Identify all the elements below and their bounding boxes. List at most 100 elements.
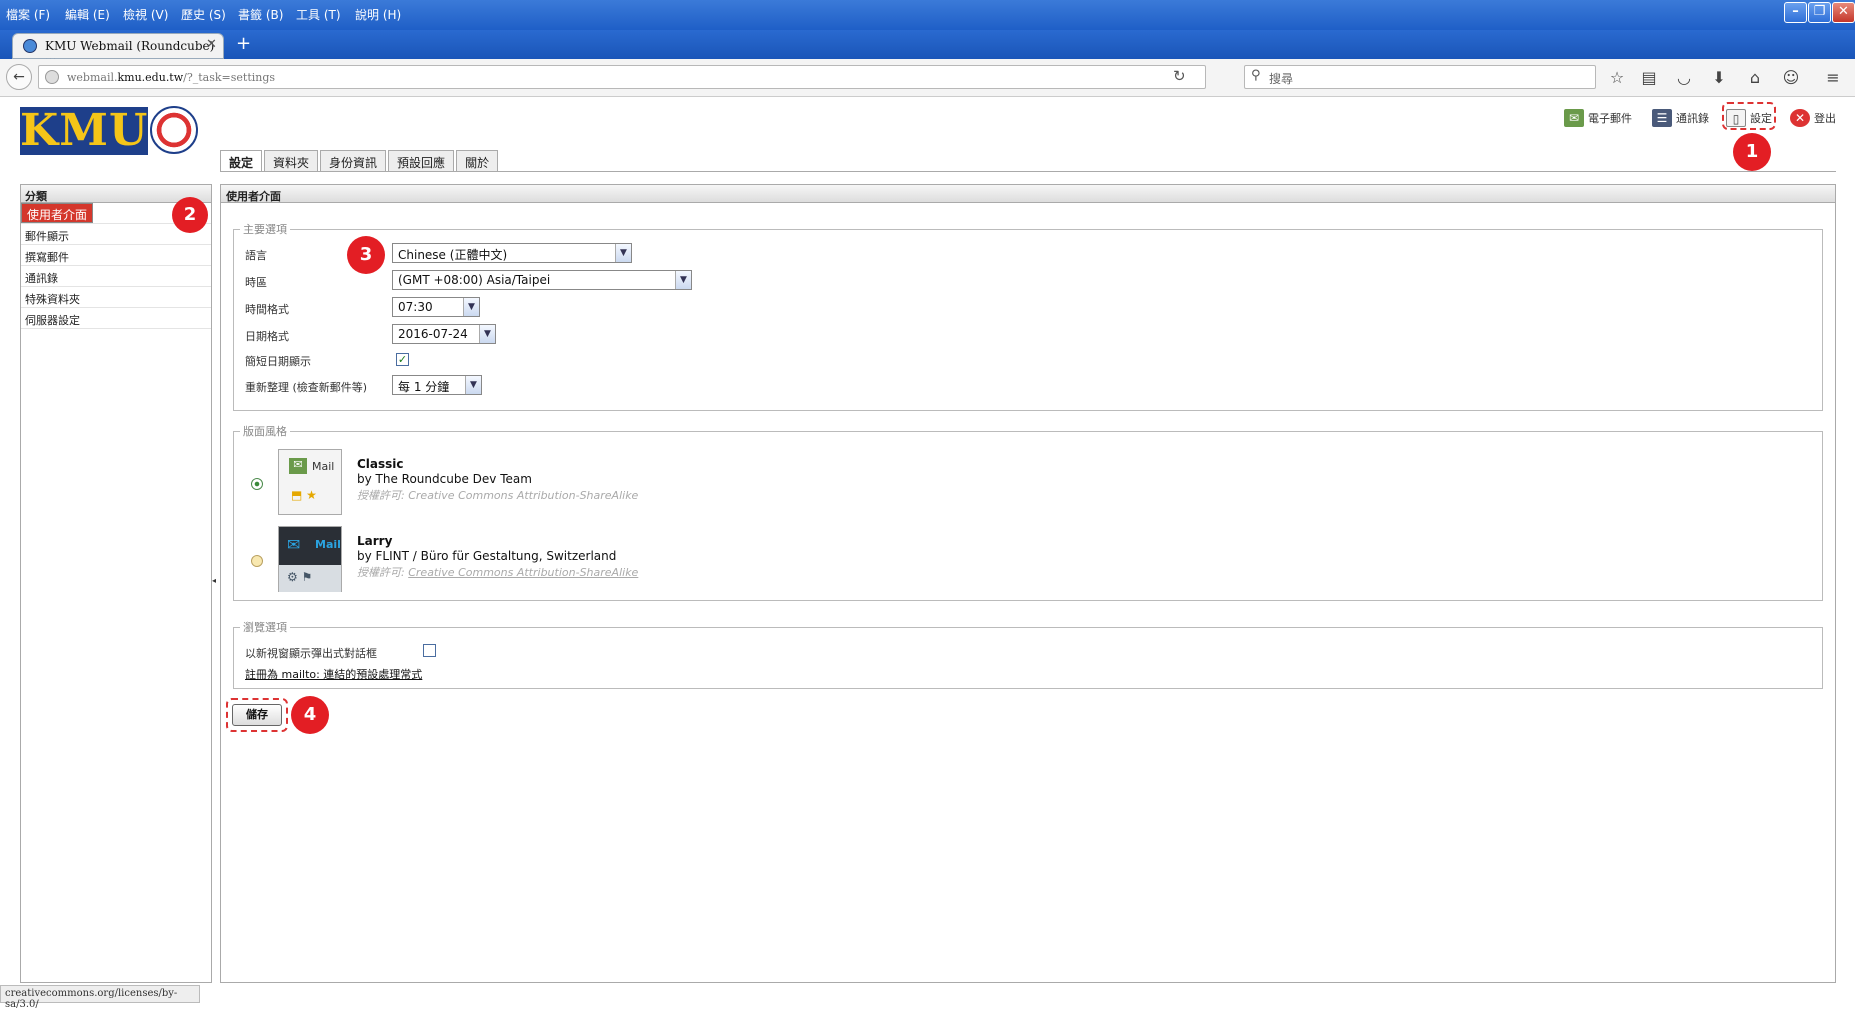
favicon-icon xyxy=(23,39,37,53)
mail-icon: ✉ xyxy=(289,458,307,474)
sidebar-item-special-folders[interactable]: 特殊資料夾 xyxy=(21,287,211,308)
reading-list-icon[interactable]: ▤ xyxy=(1638,67,1660,89)
reload-icon[interactable]: ↻ xyxy=(1173,67,1186,85)
menu-bookmarks[interactable]: 書籤 (B) xyxy=(238,6,283,23)
maximize-button[interactable]: ❐ xyxy=(1808,2,1831,23)
popup-label: 以新視窗顯示彈出式對話框 xyxy=(245,647,377,660)
url-bar[interactable]: webmail.kmu.edu.tw/?_task=settings ↻ xyxy=(38,65,1206,89)
hamburger-menu-icon[interactable]: ≡ xyxy=(1822,67,1844,89)
sidebar-item-user-interface[interactable]: 使用者介面 xyxy=(21,203,94,223)
date-format-value: 2016-07-24 xyxy=(398,327,468,341)
skin-classic-author: by The Roundcube Dev Team xyxy=(357,472,532,486)
pocket-icon[interactable]: ◡ xyxy=(1673,67,1695,89)
tab-responses[interactable]: 預設回應 xyxy=(388,150,455,172)
chevron-down-icon: ▼ xyxy=(463,298,479,316)
tab-identities[interactable]: 身份資訊 xyxy=(320,150,387,172)
kmu-logo: KMU xyxy=(20,105,149,156)
nav-logout-label: 登出 xyxy=(1814,112,1836,125)
minimize-button[interactable]: – xyxy=(1784,2,1807,23)
skin-classic-thumbnail[interactable]: ✉ Mail ⬒ ★ xyxy=(278,449,342,515)
nav-mail-label: 電子郵件 xyxy=(1588,112,1632,125)
popup-checkbox[interactable] xyxy=(423,644,436,657)
menu-edit[interactable]: 編輯 (E) xyxy=(65,6,110,23)
home-icon[interactable]: ⌂ xyxy=(1744,67,1766,89)
skin-larry-thumbnail[interactable]: ✉ Mail ⚙ ⚑ xyxy=(278,526,342,592)
skin-classic-name: Classic xyxy=(357,457,404,471)
url-path: /?_task=settings xyxy=(183,71,276,84)
step-badge-2: 2 xyxy=(172,197,208,233)
license-text: Creative Commons Attribution-ShareAlike xyxy=(408,489,639,502)
step-badge-1: 1 xyxy=(1733,133,1771,171)
nav-addressbook[interactable]: ☰ 通訊錄 xyxy=(1652,107,1709,129)
search-input[interactable]: ⚲ 搜尋 xyxy=(1244,65,1596,89)
refresh-value: 每 1 分鐘 xyxy=(398,380,450,394)
license-prefix: 授權許可: xyxy=(357,566,405,579)
timezone-value: (GMT +08:00) Asia/Taipei xyxy=(398,273,551,287)
skin-classic-radio[interactable] xyxy=(251,478,263,490)
highlight-settings xyxy=(1722,102,1776,130)
sidebar-item-compose[interactable]: 撰寫郵件 xyxy=(21,245,211,266)
menu-file[interactable]: 檔案 (F) xyxy=(6,6,50,23)
url-host-prefix: webmail. xyxy=(67,71,118,84)
tab-folders[interactable]: 資料夾 xyxy=(264,150,319,172)
settings-tabs: 設定 資料夾 身份資訊 預設回應 關於 xyxy=(220,150,499,172)
search-icon: ⚲ xyxy=(1251,68,1261,83)
license-prefix: 授權許可: xyxy=(357,489,405,502)
chat-icon[interactable]: ☺ xyxy=(1780,67,1802,89)
nav-mail[interactable]: ✉ 電子郵件 xyxy=(1564,107,1632,129)
language-value: Chinese (正體中文) xyxy=(398,248,508,262)
timezone-select[interactable]: (GMT +08:00) Asia/Taipei ▼ xyxy=(392,270,692,290)
save-button[interactable]: 儲存 xyxy=(232,704,282,726)
time-format-value: 07:30 xyxy=(398,300,433,314)
download-icon[interactable]: ⬇ xyxy=(1708,67,1730,89)
gear-icon: ⚙ ⚑ xyxy=(279,565,341,592)
skin-classic-license: 授權許可: Creative Commons Attribution-Share… xyxy=(357,487,638,503)
globe-icon xyxy=(45,70,59,84)
menu-view[interactable]: 檢視 (V) xyxy=(123,6,168,23)
close-window-button[interactable]: ✕ xyxy=(1832,2,1855,23)
language-select[interactable]: Chinese (正體中文) ▼ xyxy=(392,243,632,263)
tab-about[interactable]: 關於 xyxy=(456,150,499,172)
short-date-label: 簡短日期顯示 xyxy=(245,355,311,368)
skin-larry-thumb-label: Mail xyxy=(315,538,341,551)
skin-larry-radio[interactable] xyxy=(251,555,263,567)
refresh-select[interactable]: 每 1 分鐘 ▼ xyxy=(392,375,482,395)
menu-help[interactable]: 說明 (H) xyxy=(355,6,401,23)
nav-logout[interactable]: ✕ 登出 xyxy=(1790,107,1836,129)
window-titlebar: 檔案 (F) 編輯 (E) 檢視 (V) 歷史 (S) 書籤 (B) 工具 (T… xyxy=(0,0,1855,30)
close-tab-icon[interactable]: ✕ xyxy=(206,37,217,52)
chevron-down-icon: ▼ xyxy=(465,376,481,394)
license-link[interactable]: Creative Commons Attribution-ShareAlike xyxy=(408,566,638,579)
sidebar-item-server-settings[interactable]: 伺服器設定 xyxy=(21,308,211,329)
new-tab-button[interactable]: + xyxy=(236,33,251,54)
tab-divider xyxy=(220,171,1836,172)
menu-tools[interactable]: 工具 (T) xyxy=(296,6,341,23)
refresh-label: 重新整理 (檢查新郵件等) xyxy=(245,381,368,394)
nav-addressbook-label: 通訊錄 xyxy=(1676,112,1709,125)
logout-icon: ✕ xyxy=(1790,109,1810,127)
back-button[interactable]: ← xyxy=(6,64,32,90)
short-date-checkbox[interactable]: ✓ xyxy=(396,353,409,366)
search-placeholder: 搜尋 xyxy=(1269,72,1294,86)
mailto-handler-link[interactable]: 註冊為 mailto: 連結的預設處理常式 xyxy=(245,666,422,682)
time-format-label: 時間格式 xyxy=(245,303,289,316)
step-badge-3: 3 xyxy=(347,236,385,274)
sidebar-item-contacts[interactable]: 通訊錄 xyxy=(21,266,211,287)
settings-sidebar: 分類 使用者介面 信箱顯示 郵件顯示 撰寫郵件 通訊錄 特殊資料夾 伺服器設定 xyxy=(20,184,212,983)
sidebar-collapse-handle[interactable]: ◂ xyxy=(212,576,220,586)
bookmark-star-icon[interactable]: ☆ xyxy=(1606,67,1628,89)
menu-history[interactable]: 歷史 (S) xyxy=(181,6,226,23)
language-label: 語言 xyxy=(245,249,267,262)
timezone-label: 時區 xyxy=(245,276,267,289)
skin-larry-license: 授權許可: Creative Commons Attribution-Share… xyxy=(357,564,638,580)
browser-tab[interactable]: KMU Webmail (Roundcube) ··· ✕ xyxy=(12,33,224,67)
settings-main: 使用者介面 主要選項 語言 Chinese (正體中文) ▼ 時區 (GMT +… xyxy=(220,184,1836,983)
tab-strip xyxy=(0,30,1855,59)
time-format-select[interactable]: 07:30 ▼ xyxy=(392,297,480,317)
date-format-select[interactable]: 2016-07-24 ▼ xyxy=(392,324,496,344)
main-options-legend: 主要選項 xyxy=(243,223,287,236)
url-host: kmu.edu.tw xyxy=(117,71,184,84)
skin-classic-thumb-label: Mail xyxy=(312,460,335,473)
tab-settings[interactable]: 設定 xyxy=(220,150,263,172)
skin-legend: 版面風格 xyxy=(243,425,287,438)
